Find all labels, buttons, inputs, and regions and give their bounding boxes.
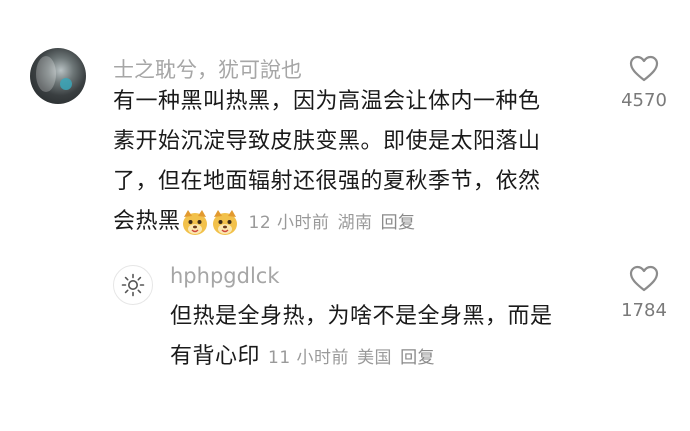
comment-line: 会热黑 <box>113 209 181 234</box>
comment-line: 有一种黑叫热黑，因为高温会让体内一种色 <box>113 89 541 114</box>
reply-time: 11 小时前 <box>268 348 350 368</box>
like-button[interactable]: 4570 <box>609 55 679 111</box>
comment-meta: 12 小时前 湖南 回复 <box>249 203 416 243</box>
reply-avatar[interactable] <box>113 265 153 305</box>
reply-button[interactable]: 回复 <box>381 203 416 243</box>
reply-username[interactable]: hphpgdlck <box>170 264 279 288</box>
heart-outline-icon[interactable] <box>629 55 659 82</box>
heart-outline-icon[interactable] <box>629 265 659 292</box>
like-count: 4570 <box>621 90 667 111</box>
dog-face-emoji-icon <box>182 210 207 235</box>
reply-button[interactable]: 回复 <box>400 338 435 378</box>
reply-meta: 11 小时前 美国 回复 <box>268 338 435 378</box>
comment-line: 素开始沉淀导致皮肤变黑。即使是太阳落山 <box>113 129 541 154</box>
reply-line: 有背心印 <box>170 344 261 369</box>
avatar-shade <box>36 56 56 92</box>
reply-last-line: 有背心印 11 小时前 美国 回复 <box>170 337 553 377</box>
avatar-highlight <box>60 78 72 90</box>
comment-username[interactable]: 士之耽兮，犹可說也 <box>113 54 302 84</box>
comment-body: 有一种黑叫热黑，因为高温会让体内一种色 素开始沉淀导致皮肤变黑。即使是太阳落山 … <box>113 82 541 242</box>
avatar[interactable] <box>30 48 86 104</box>
reply-location: 美国 <box>357 348 393 368</box>
reply-body: 但热是全身热，为啥不是全身黑，而是 有背心印 11 小时前 美国 回复 <box>170 297 553 377</box>
like-count: 1784 <box>621 300 667 321</box>
comment-location: 湖南 <box>337 213 373 233</box>
comment-last-line: 会热黑 12 小时前 湖南 回复 <box>113 202 541 242</box>
comment-time: 12 小时前 <box>248 213 330 233</box>
like-button[interactable]: 1784 <box>609 265 679 321</box>
comment-line: 了，但在地面辐射还很强的夏秋季节，依然 <box>113 169 541 194</box>
sun-icon <box>121 273 145 297</box>
reply-line: 但热是全身热，为啥不是全身黑，而是 <box>170 304 553 329</box>
dog-face-emoji-icon <box>212 210 237 235</box>
